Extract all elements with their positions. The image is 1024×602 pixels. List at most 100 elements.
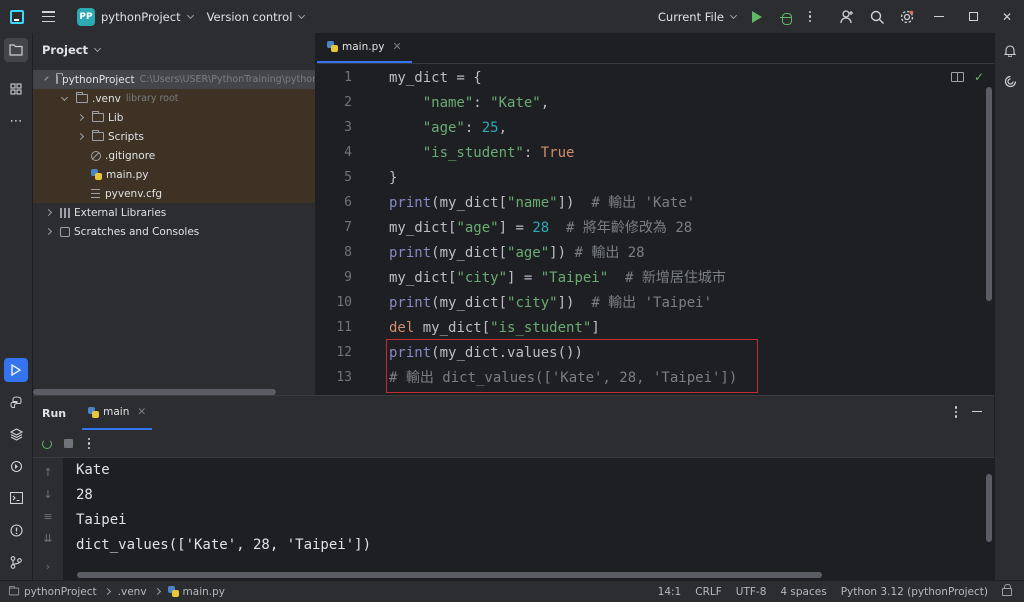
console-output[interactable]: Kate 28 Taipei dict_values(['Kate', 28, 'Ta… xyxy=(76,458,371,558)
close-window-button[interactable]: ✕ xyxy=(990,0,1024,33)
editor-tab-main-py[interactable]: main.py ✕ xyxy=(317,33,412,63)
caret-position[interactable]: 14:1 xyxy=(658,586,682,598)
run-tool-icon[interactable] xyxy=(4,358,28,382)
services-icon[interactable] xyxy=(4,454,28,478)
code-line[interactable]: my_dict["city"] = "Taipei" # 新增居住城市 xyxy=(389,266,726,291)
minimize-window-button[interactable] xyxy=(922,0,956,33)
line-separator[interactable]: CRLF xyxy=(695,586,722,598)
line-number[interactable]: 1 xyxy=(344,70,352,85)
more-tools-icon[interactable]: ⋯ xyxy=(4,109,28,133)
lock-icon[interactable] xyxy=(1002,584,1012,596)
debug-icon[interactable] xyxy=(780,10,792,25)
tree-item-external-libraries[interactable]: External Libraries xyxy=(33,203,315,222)
notifications-bell-icon[interactable] xyxy=(998,38,1022,62)
project-selector[interactable]: pythonProject xyxy=(101,10,194,24)
main-menu-icon[interactable] xyxy=(42,11,55,22)
add-user-icon[interactable] xyxy=(832,0,862,33)
tree-item-scripts[interactable]: Scripts xyxy=(33,127,315,146)
project-panel-header[interactable]: Project xyxy=(33,33,315,66)
breadcrumb-file[interactable]: main.py xyxy=(183,586,225,598)
run-tab-main[interactable]: main ✕ xyxy=(82,396,153,430)
project-tool-icon[interactable] xyxy=(4,38,28,62)
editor-vertical-scrollbar[interactable] xyxy=(986,87,992,301)
status-bar: pythonProject .venv main.py 14:1 CRLF UT… xyxy=(0,580,1024,602)
line-number[interactable]: 13 xyxy=(336,370,352,385)
scroll-up-icon[interactable]: ↑ xyxy=(42,466,54,479)
code-token: 25 xyxy=(481,120,499,136)
code-line[interactable]: "is_student": True xyxy=(389,141,575,166)
expand-icon[interactable]: › xyxy=(42,560,54,573)
code-token: : xyxy=(473,95,491,111)
python-packages-icon[interactable] xyxy=(4,422,28,446)
chevron-down-icon[interactable] xyxy=(60,93,69,101)
code-line[interactable]: my_dict["age"] = 28 # 將年齡修改為 28 xyxy=(389,216,692,241)
version-control-menu[interactable]: Version control xyxy=(207,10,306,24)
structure-tool-icon[interactable] xyxy=(4,77,28,101)
code-line[interactable]: print(my_dict["age"]) # 輸出 28 xyxy=(389,241,645,266)
more-actions-icon[interactable] xyxy=(808,10,812,23)
code-line[interactable]: "age": 25, xyxy=(389,116,507,141)
code-line[interactable]: my_dict = { xyxy=(389,66,482,91)
breadcrumb-project[interactable]: pythonProject xyxy=(24,586,97,598)
chevron-down-icon[interactable] xyxy=(44,75,49,81)
soft-wrap-icon[interactable]: ≡ xyxy=(42,510,54,523)
tree-item-main-py[interactable]: main.py xyxy=(33,165,315,184)
line-number[interactable]: 4 xyxy=(344,145,352,160)
file-encoding[interactable]: UTF-8 xyxy=(736,586,767,598)
line-number[interactable]: 9 xyxy=(344,270,352,285)
inspection-ok-icon[interactable]: ✓ xyxy=(974,70,984,84)
run-icon[interactable] xyxy=(752,10,762,23)
line-number[interactable]: 6 xyxy=(344,195,352,210)
problems-icon[interactable] xyxy=(4,518,28,542)
line-number-gutter: 1 2 3 4 5 6 7 8 9 10 11 12 13 xyxy=(317,66,372,395)
chevron-right-icon[interactable] xyxy=(44,227,53,236)
code-token: "age" xyxy=(456,220,499,236)
tree-item-pyvenv-cfg[interactable]: pyvenv.cfg xyxy=(33,184,315,203)
breadcrumb-venv[interactable]: .venv xyxy=(118,586,147,598)
tree-item-gitignore[interactable]: .gitignore xyxy=(33,146,315,165)
chevron-right-icon[interactable] xyxy=(44,208,53,217)
hide-panel-icon[interactable] xyxy=(972,411,982,413)
code-line[interactable]: del my_dict["is_student"] xyxy=(389,316,600,341)
tree-item-scratches[interactable]: Scratches and Consoles xyxy=(33,222,315,241)
console-vertical-scrollbar[interactable] xyxy=(986,474,992,542)
indent-setting[interactable]: 4 spaces xyxy=(780,586,826,598)
code-token: # 輸出 'Kate' xyxy=(591,195,696,211)
ai-assistant-icon[interactable] xyxy=(998,69,1022,93)
line-number[interactable]: 3 xyxy=(344,120,352,135)
line-number[interactable]: 7 xyxy=(344,220,352,235)
scroll-to-end-icon[interactable]: ⇊ xyxy=(42,532,54,545)
code-line[interactable]: } xyxy=(389,166,397,191)
restore-window-button[interactable] xyxy=(956,0,990,33)
terminal-icon[interactable] xyxy=(4,486,28,510)
options-icon[interactable] xyxy=(954,406,958,418)
tree-item-venv[interactable]: .venv library root xyxy=(33,89,315,108)
settings-gear-icon[interactable] xyxy=(892,0,922,33)
line-number[interactable]: 10 xyxy=(336,295,352,310)
line-number[interactable]: 12 xyxy=(336,345,352,360)
close-tab-icon[interactable]: ✕ xyxy=(392,40,401,53)
python-interpreter[interactable]: Python 3.12 (pythonProject) xyxy=(841,586,988,598)
git-icon[interactable] xyxy=(4,550,28,574)
search-icon[interactable] xyxy=(862,0,892,33)
more-actions-icon[interactable] xyxy=(87,437,91,450)
line-number[interactable]: 2 xyxy=(344,95,352,110)
line-number[interactable]: 5 xyxy=(344,170,352,185)
line-number[interactable]: 11 xyxy=(336,320,352,335)
code-line[interactable]: "name": "Kate", xyxy=(389,91,549,116)
rerun-icon[interactable] xyxy=(42,438,52,449)
scroll-down-icon[interactable]: ↓ xyxy=(42,488,54,501)
tree-item-lib[interactable]: Lib xyxy=(33,108,315,127)
code-line[interactable]: print(my_dict["city"]) # 輸出 'Taipei' xyxy=(389,291,712,316)
chevron-right-icon[interactable] xyxy=(76,132,85,141)
python-console-icon[interactable] xyxy=(4,390,28,414)
tree-item-pythonproject[interactable]: pythonProject C:\Users\USER\PythonTraini… xyxy=(33,70,315,89)
close-tab-icon[interactable]: ✕ xyxy=(137,406,146,418)
code-line[interactable]: print(my_dict["name"]) # 輸出 'Kate' xyxy=(389,191,695,216)
run-config-selector[interactable]: Current File xyxy=(658,10,738,24)
code-editor: main.py ✕ ✓ 1 2 3 4 5 6 7 8 9 10 11 12 13 my_dict = … xyxy=(317,33,994,395)
stop-icon[interactable] xyxy=(64,439,73,448)
console-horizontal-scrollbar[interactable] xyxy=(77,572,822,578)
line-number[interactable]: 8 xyxy=(344,245,352,260)
chevron-right-icon[interactable] xyxy=(76,113,85,122)
